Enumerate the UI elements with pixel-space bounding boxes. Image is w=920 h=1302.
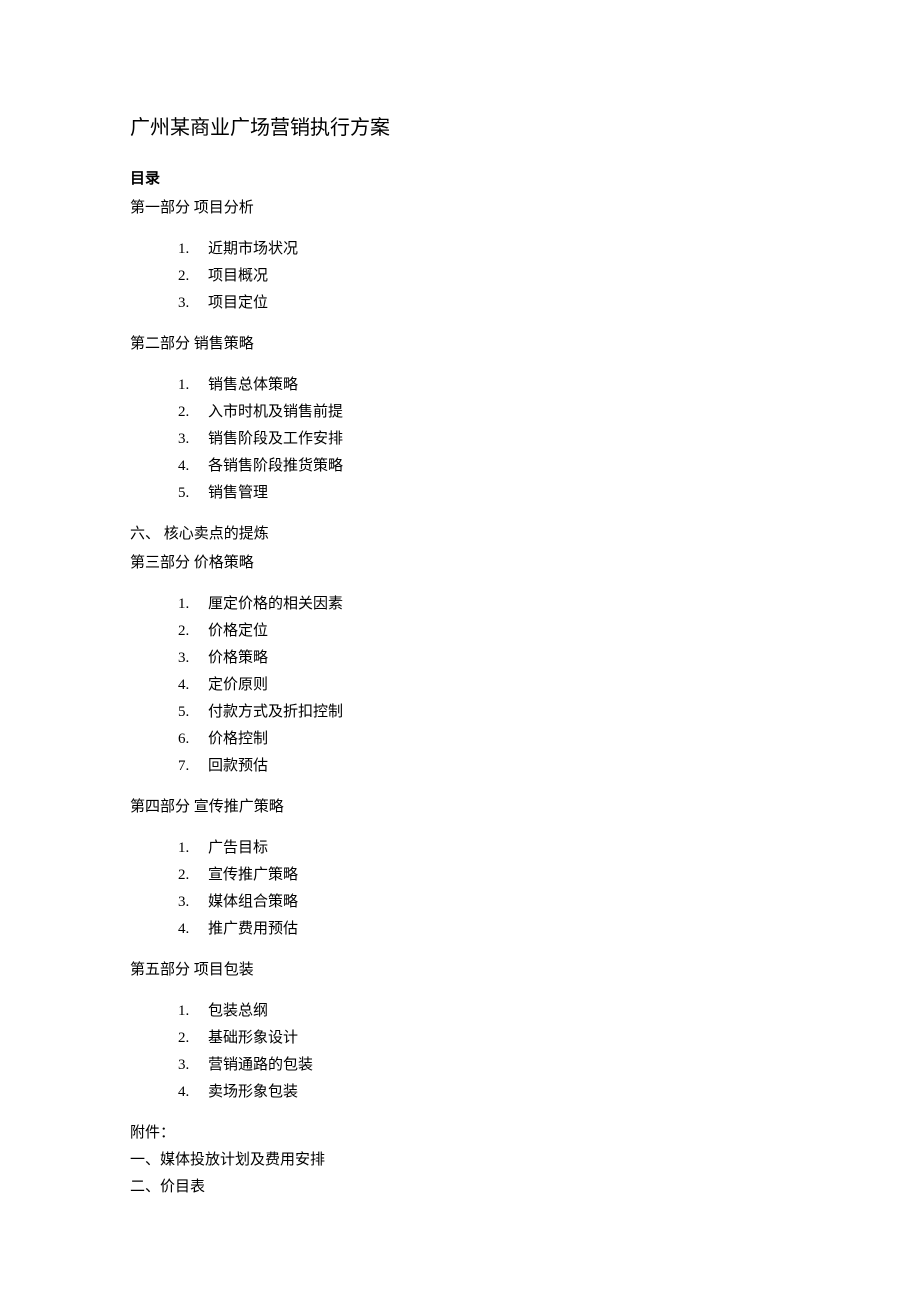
item-text: 价格定位 xyxy=(208,623,268,639)
list-item: 2. 入市时机及销售前提 xyxy=(178,399,790,426)
item-number: 6. xyxy=(178,726,202,753)
item-number: 3. xyxy=(178,426,202,453)
toc-list: 1. 销售总体策略 2. 入市时机及销售前提 3. 销售阶段及工作安排 4. 各销售阶段… xyxy=(130,372,790,507)
section-heading: 第二部分 销售策略 xyxy=(130,331,790,358)
item-text: 厘定价格的相关因素 xyxy=(208,596,343,612)
list-item: 1. 厘定价格的相关因素 xyxy=(178,591,790,618)
item-text: 各销售阶段推货策略 xyxy=(208,458,343,474)
item-text: 入市时机及销售前提 xyxy=(208,404,343,420)
item-number: 5. xyxy=(178,699,202,726)
toc-list: 1. 包装总纲 2. 基础形象设计 3. 营销通路的包装 4. 卖场形象包装 xyxy=(130,998,790,1106)
toc-list: 1. 广告目标 2. 宣传推广策略 3. 媒体组合策略 4. 推广费用预估 xyxy=(130,835,790,943)
item-number: 4. xyxy=(178,1079,202,1106)
item-text: 销售管理 xyxy=(208,485,268,501)
item-number: 1. xyxy=(178,998,202,1025)
list-item: 3. 价格策略 xyxy=(178,645,790,672)
list-item: 3. 项目定位 xyxy=(178,290,790,317)
appendix-block: 附件： 一、媒体投放计划及费用安排 二、价目表 xyxy=(130,1120,790,1201)
list-item: 1. 广告目标 xyxy=(178,835,790,862)
item-number: 2. xyxy=(178,618,202,645)
item-number: 4. xyxy=(178,453,202,480)
item-text: 项目定位 xyxy=(208,295,268,311)
item-text: 宣传推广策略 xyxy=(208,867,298,883)
list-item: 5. 付款方式及折扣控制 xyxy=(178,699,790,726)
section-heading: 第三部分 价格策略 xyxy=(130,550,790,577)
item-text: 卖场形象包装 xyxy=(208,1084,298,1100)
item-number: 4. xyxy=(178,672,202,699)
item-number: 3. xyxy=(178,290,202,317)
document-title: 广州某商业广场营销执行方案 xyxy=(130,110,790,146)
item-text: 广告目标 xyxy=(208,840,268,856)
list-item: 3. 营销通路的包装 xyxy=(178,1052,790,1079)
toc-heading: 目录 xyxy=(130,166,790,193)
item-text: 价格控制 xyxy=(208,731,268,747)
appendix-item: 二、价目表 xyxy=(130,1174,790,1201)
toc-list: 1. 厘定价格的相关因素 2. 价格定位 3. 价格策略 4. 定价原则 5. 付款方式及… xyxy=(130,591,790,780)
list-item: 2. 基础形象设计 xyxy=(178,1025,790,1052)
list-item: 4. 定价原则 xyxy=(178,672,790,699)
list-item: 4. 卖场形象包装 xyxy=(178,1079,790,1106)
item-number: 7. xyxy=(178,753,202,780)
item-number: 3. xyxy=(178,889,202,916)
toc-list: 1. 近期市场状况 2. 项目概况 3. 项目定位 xyxy=(130,236,790,317)
list-item: 3. 媒体组合策略 xyxy=(178,889,790,916)
item-text: 价格策略 xyxy=(208,650,268,666)
item-text: 推广费用预估 xyxy=(208,921,298,937)
list-item: 6. 价格控制 xyxy=(178,726,790,753)
list-item: 4. 各销售阶段推货策略 xyxy=(178,453,790,480)
list-item: 5. 销售管理 xyxy=(178,480,790,507)
list-item: 2. 项目概况 xyxy=(178,263,790,290)
list-item: 3. 销售阶段及工作安排 xyxy=(178,426,790,453)
item-text: 定价原则 xyxy=(208,677,268,693)
list-item: 7. 回款预估 xyxy=(178,753,790,780)
item-text: 近期市场状况 xyxy=(208,241,298,257)
item-text: 包装总纲 xyxy=(208,1003,268,1019)
item-number: 3. xyxy=(178,645,202,672)
list-item: 2. 价格定位 xyxy=(178,618,790,645)
item-number: 2. xyxy=(178,399,202,426)
appendix-item: 一、媒体投放计划及费用安排 xyxy=(130,1147,790,1174)
item-text: 营销通路的包装 xyxy=(208,1057,313,1073)
item-number: 1. xyxy=(178,835,202,862)
item-number: 3. xyxy=(178,1052,202,1079)
list-item: 1. 近期市场状况 xyxy=(178,236,790,263)
item-text: 销售总体策略 xyxy=(208,377,298,393)
list-item: 1. 销售总体策略 xyxy=(178,372,790,399)
item-text: 回款预估 xyxy=(208,758,268,774)
section-heading: 第五部分 项目包装 xyxy=(130,957,790,984)
item-text: 项目概况 xyxy=(208,268,268,284)
item-number: 2. xyxy=(178,862,202,889)
item-text: 付款方式及折扣控制 xyxy=(208,704,343,720)
list-item: 2. 宣传推广策略 xyxy=(178,862,790,889)
item-number: 1. xyxy=(178,372,202,399)
item-number: 2. xyxy=(178,263,202,290)
item-number: 2. xyxy=(178,1025,202,1052)
list-item: 1. 包装总纲 xyxy=(178,998,790,1025)
item-number: 1. xyxy=(178,236,202,263)
item-number: 1. xyxy=(178,591,202,618)
list-item: 4. 推广费用预估 xyxy=(178,916,790,943)
section-heading: 第四部分 宣传推广策略 xyxy=(130,794,790,821)
extra-line: 六、 核心卖点的提炼 xyxy=(130,521,790,548)
item-text: 基础形象设计 xyxy=(208,1030,298,1046)
item-number: 4. xyxy=(178,916,202,943)
item-number: 5. xyxy=(178,480,202,507)
section-heading: 第一部分 项目分析 xyxy=(130,195,790,222)
appendix-heading: 附件： xyxy=(130,1120,790,1147)
item-text: 销售阶段及工作安排 xyxy=(208,431,343,447)
item-text: 媒体组合策略 xyxy=(208,894,298,910)
